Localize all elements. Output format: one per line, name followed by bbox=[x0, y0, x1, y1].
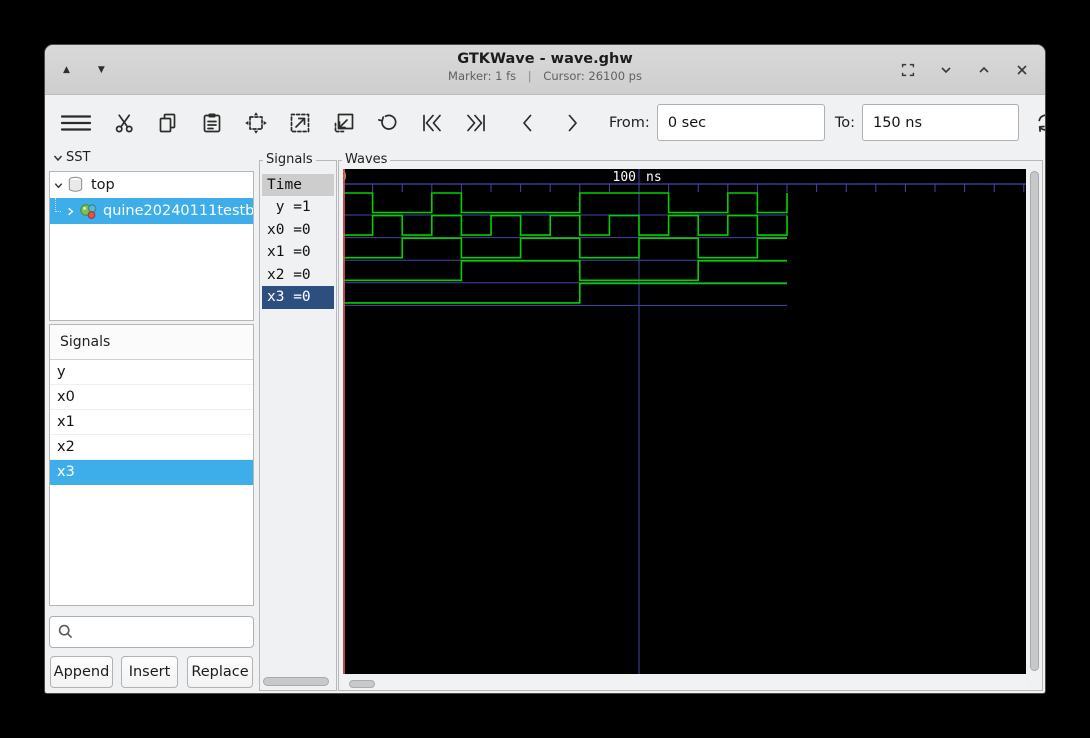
search-input[interactable] bbox=[49, 616, 254, 648]
svg-text:ns: ns bbox=[646, 170, 662, 185]
waves-frame-label: Waves bbox=[342, 152, 391, 167]
wave-signal-row-x2[interactable]: x2 =0 bbox=[262, 264, 334, 287]
close-icon[interactable] bbox=[1011, 59, 1033, 81]
status-line: Marker: 1 fs | Cursor: 26100 ps bbox=[45, 69, 1045, 83]
chevron-right-icon[interactable] bbox=[62, 206, 78, 217]
append-button[interactable]: Append bbox=[50, 656, 113, 688]
wave-signal-row-x3[interactable]: x3 =0 bbox=[262, 286, 334, 309]
go-to-end-icon[interactable] bbox=[463, 110, 489, 136]
wave-signal-row-x0[interactable]: x0 =0 bbox=[262, 219, 334, 242]
list-item-x3[interactable]: x3 bbox=[50, 460, 253, 485]
toolbar: From: To: bbox=[45, 96, 1045, 149]
wave-signal-row-y[interactable]: y =1 bbox=[262, 196, 334, 219]
reload-icon[interactable] bbox=[1033, 110, 1045, 136]
insert-button[interactable]: Insert bbox=[121, 656, 178, 688]
zoom-in-icon[interactable] bbox=[287, 110, 313, 136]
tree-item-label: top bbox=[91, 177, 115, 193]
maximize-icon[interactable] bbox=[973, 59, 995, 81]
step-forward-icon[interactable] bbox=[559, 110, 585, 136]
step-back-icon[interactable] bbox=[515, 110, 541, 136]
paste-icon[interactable] bbox=[199, 110, 225, 136]
menu-icon[interactable] bbox=[59, 110, 93, 136]
sst-label: SST bbox=[66, 150, 91, 165]
scrollbar-thumb[interactable] bbox=[349, 680, 375, 688]
signal-picker-header: Signals bbox=[50, 325, 253, 360]
signal-list-hscrollbar[interactable] bbox=[262, 676, 334, 687]
copy-icon[interactable] bbox=[155, 110, 181, 136]
wave-signal-row-x1[interactable]: x1 =0 bbox=[262, 241, 334, 264]
chevron-down-icon[interactable] bbox=[50, 180, 66, 191]
chevron-down-icon bbox=[53, 155, 63, 161]
svg-text:100: 100 bbox=[613, 170, 636, 185]
waves-hscrollbar[interactable] bbox=[343, 678, 1026, 690]
sst-expander[interactable]: SST bbox=[52, 150, 90, 165]
cursor-status: Cursor: 26100 ps bbox=[543, 69, 642, 83]
waveform-plot[interactable]: 0100ns bbox=[339, 169, 1026, 674]
desktop-background: ▲ ▼ GTKWave - wave.ghw Marker: 1 fs | Cu… bbox=[0, 0, 1090, 738]
zoom-out-icon[interactable] bbox=[331, 110, 357, 136]
marker-status: Marker: 1 fs bbox=[448, 69, 517, 83]
tree-item-label: quine20240111testbench bbox=[103, 203, 253, 219]
search-box bbox=[49, 616, 254, 648]
package-icon bbox=[78, 201, 99, 221]
signals-frame-label: Signals bbox=[263, 152, 316, 167]
from-input[interactable] bbox=[656, 104, 825, 141]
gtkwave-window: ▲ ▼ GTKWave - wave.ghw Marker: 1 fs | Cu… bbox=[44, 44, 1046, 694]
go-to-start-icon[interactable] bbox=[419, 110, 445, 136]
tree-item-testbench[interactable]: quine20240111testbench bbox=[50, 198, 253, 224]
waves-frame: Waves 0100ns bbox=[338, 152, 1043, 691]
fullscreen-icon[interactable] bbox=[897, 59, 919, 81]
list-item-x0[interactable]: x0 bbox=[50, 385, 253, 410]
cylinder-icon bbox=[66, 175, 87, 195]
signal-picker-panel: Signals y x0 x1 x2 x3 bbox=[49, 324, 254, 606]
tree-connector bbox=[50, 198, 62, 224]
scrollbar-thumb[interactable] bbox=[1030, 171, 1039, 671]
search-icon bbox=[57, 623, 74, 644]
list-item-y[interactable]: y bbox=[50, 360, 253, 385]
tree-item-top[interactable]: top bbox=[50, 172, 253, 198]
titlebar[interactable]: ▲ ▼ GTKWave - wave.ghw Marker: 1 fs | Cu… bbox=[45, 45, 1045, 95]
scrollbar-thumb[interactable] bbox=[263, 677, 329, 686]
waveform-canvas[interactable]: 0100ns bbox=[339, 169, 1026, 674]
time-header[interactable]: Time bbox=[262, 174, 334, 196]
undo-icon[interactable] bbox=[375, 110, 401, 136]
wave-signal-list: Time y =1 x0 =0 x1 =0 x2 =0 x3 =0 bbox=[262, 174, 334, 309]
waves-vscrollbar[interactable] bbox=[1029, 169, 1040, 674]
minimize-icon[interactable] bbox=[935, 59, 957, 81]
zoom-fit-icon[interactable] bbox=[243, 110, 269, 136]
list-item-x2[interactable]: x2 bbox=[50, 435, 253, 460]
signals-frame: Signals Time y =1 x0 =0 x1 =0 x2 =0 x3 =… bbox=[259, 152, 337, 691]
window-title: GTKWave - wave.ghw bbox=[457, 51, 633, 67]
from-label: From: bbox=[609, 114, 650, 131]
to-input[interactable] bbox=[861, 104, 1019, 141]
cut-icon[interactable] bbox=[111, 110, 137, 136]
status-separator: | bbox=[527, 69, 532, 83]
list-item-x1[interactable]: x1 bbox=[50, 410, 253, 435]
sst-tree-panel: top quine20240111testbench bbox=[49, 171, 254, 321]
to-label: To: bbox=[834, 114, 855, 131]
replace-button[interactable]: Replace bbox=[187, 656, 253, 688]
